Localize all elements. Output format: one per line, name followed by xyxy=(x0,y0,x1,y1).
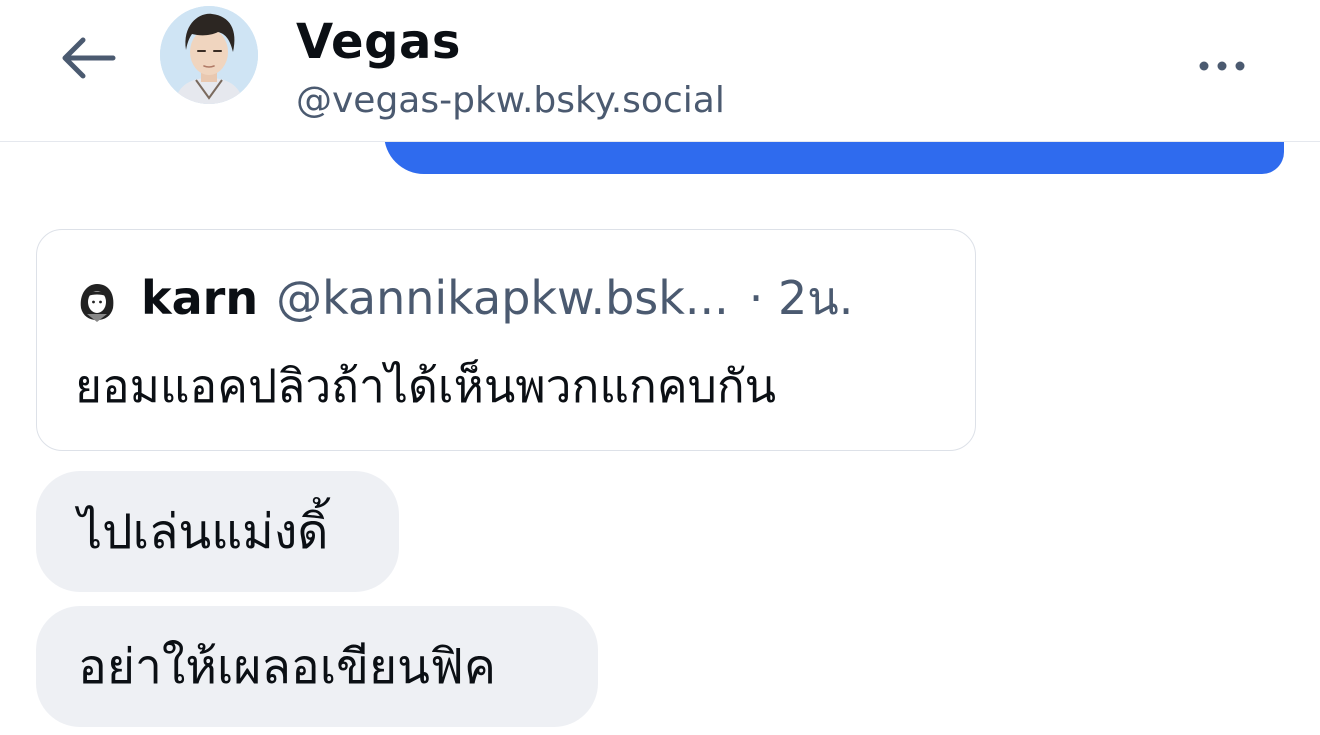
quote-post-text: ยอมแอคปลิวถ้าได้เห็นพวกแกคบกัน xyxy=(75,359,777,413)
quote-author-avatar-image xyxy=(75,278,119,322)
incoming-message-bubble[interactable]: ไปเล่นแม่งดิ้ xyxy=(36,471,399,592)
conversation-handle: @vegas-pkw.bsky.social xyxy=(296,80,725,121)
message-text: ไปเล่นแม่งดิ้ xyxy=(78,503,329,560)
quoted-post-card[interactable]: karn @kannikapkw.bsk... · 2น. ยอมแอคปลิว… xyxy=(36,229,976,451)
quote-author-avatar xyxy=(75,278,119,322)
ellipsis-icon xyxy=(1199,61,1245,71)
avatar-portrait xyxy=(160,6,258,104)
arrow-left-icon xyxy=(62,37,116,79)
back-button[interactable] xyxy=(56,28,120,88)
chat-screen: Vegas @vegas-pkw.bsky.social karn @kanni… xyxy=(0,0,1320,735)
conversation-header: Vegas @vegas-pkw.bsky.social xyxy=(0,0,1320,142)
incoming-message-bubble[interactable]: อย่าให้เผลอเขียนฟิค xyxy=(36,606,598,727)
quote-timestamp: · 2น. xyxy=(748,271,854,325)
quote-author-name[interactable]: karn xyxy=(141,270,258,326)
avatar[interactable] xyxy=(160,6,258,104)
message-text: อย่าให้เผลอเขียนฟิค xyxy=(78,638,497,695)
more-options-button[interactable] xyxy=(1190,46,1254,86)
conversation-title: Vegas xyxy=(296,14,461,70)
quote-author-handle[interactable]: @kannikapkw.bsk... xyxy=(276,270,729,326)
quote-meta: karn @kannikapkw.bsk... · 2น. xyxy=(141,270,853,326)
